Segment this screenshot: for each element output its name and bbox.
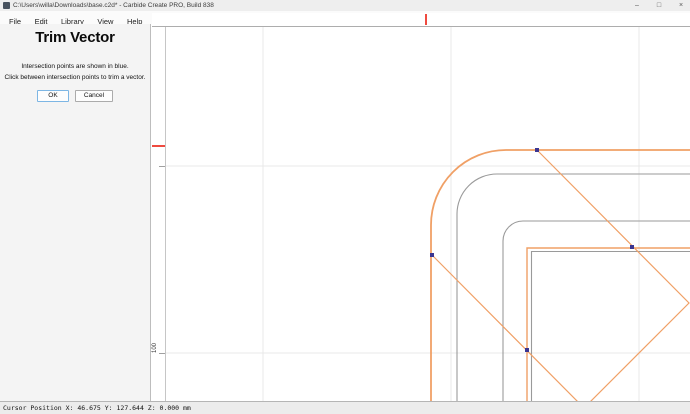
window-title: C:\Users\willa\Downloads\base.c2d* - Car… <box>13 1 214 10</box>
cursor-y-indicator <box>152 145 165 147</box>
inner-orange-rectangle-path[interactable] <box>527 248 690 401</box>
trim-vector-panel: Trim Vector Intersection points are show… <box>0 24 151 401</box>
panel-button-row: OK Cancel <box>0 90 150 102</box>
ruler-tick-100 <box>159 353 165 354</box>
ruler-tick-150 <box>159 166 165 167</box>
minimize-button[interactable]: – <box>632 0 642 11</box>
horizontal-ruler <box>152 13 690 27</box>
panel-title: Trim Vector <box>0 29 150 46</box>
intersection-point <box>430 253 434 257</box>
instruction-line-2: Click between intersection points to tri… <box>0 72 150 83</box>
maximize-button[interactable]: □ <box>654 0 664 11</box>
cursor-position-readout: Cursor Position X: 46.675 Y: 127.644 Z: … <box>3 404 191 412</box>
ok-button[interactable]: OK <box>37 90 69 102</box>
vertical-ruler: 100 <box>152 27 166 401</box>
diamond-vector-path[interactable] <box>432 150 689 401</box>
drawing-canvas[interactable] <box>166 27 690 401</box>
intersection-point <box>525 348 529 352</box>
vector-drawing <box>166 27 690 401</box>
panel-instructions: Intersection points are shown in blue. C… <box>0 61 150 83</box>
intersection-point <box>630 245 634 249</box>
status-bar: Cursor Position X: 46.675 Y: 127.644 Z: … <box>0 401 690 414</box>
application-window: C:\Users\willa\Downloads\base.c2d* - Car… <box>0 0 690 414</box>
window-controls: – □ × <box>632 0 686 11</box>
outer-gray-offset-path[interactable] <box>457 174 690 401</box>
intersection-point <box>535 148 539 152</box>
cursor-x-indicator <box>425 14 427 25</box>
close-button[interactable]: × <box>676 0 686 11</box>
cancel-button[interactable]: Cancel <box>75 90 113 102</box>
ruler-label-100: 100 <box>152 340 158 356</box>
app-logo-icon <box>3 2 10 9</box>
outer-orange-boundary-path[interactable] <box>431 150 690 401</box>
instruction-line-1: Intersection points are shown in blue. <box>0 61 150 72</box>
